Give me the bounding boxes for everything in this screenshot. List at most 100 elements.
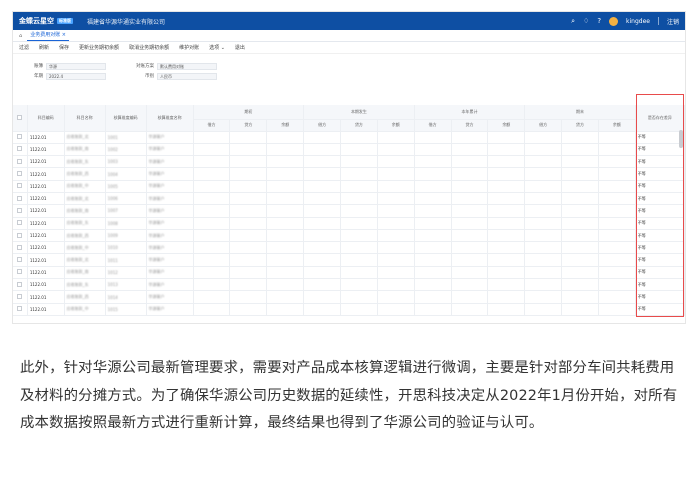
- col-closing-balance[interactable]: 余额: [598, 119, 636, 132]
- col-opening-balance[interactable]: 余额: [266, 119, 305, 132]
- avatar[interactable]: [609, 16, 619, 26]
- table-row[interactable]: 1122.01 应收账款_西 1014 华源客户 不等: [13, 290, 685, 304]
- cell-amount: [561, 131, 599, 144]
- row-checkbox[interactable]: [13, 303, 28, 316]
- table-row[interactable]: 1122.01 应收账款_北 1006 华源客户 不等: [13, 192, 685, 206]
- type-field[interactable]: 默认费用对账: [157, 62, 217, 70]
- cell-amount: [229, 303, 268, 316]
- divider: [657, 17, 659, 25]
- type-label: 对账方案: [136, 64, 154, 69]
- col-ytd-debit[interactable]: 借方: [414, 119, 452, 132]
- cell-amount: [524, 303, 563, 316]
- table-row[interactable]: 1122.01 应收账款_南 1012 华源客户 不等: [13, 266, 685, 280]
- cell-amount: [598, 266, 636, 280]
- table-row[interactable]: 1122.01 应收账款_北 1001 华源客户 不等: [13, 131, 685, 144]
- cell-amount: [487, 217, 526, 230]
- vertical-scrollbar[interactable]: [679, 130, 683, 148]
- filter-button[interactable]: 过滤: [19, 44, 29, 51]
- table-row[interactable]: 1122.01 应收账款_北 1011 华源客户 不等: [13, 253, 685, 267]
- row-checkbox[interactable]: [13, 143, 28, 157]
- update-opening-balance-button[interactable]: 更新业务期初余额: [79, 44, 119, 51]
- table-row[interactable]: 1122.01 应收账款_南 1002 华源客户 不等: [13, 143, 685, 157]
- options-button[interactable]: 选项 ⌄: [209, 44, 225, 51]
- help-icon[interactable]: ?: [597, 17, 601, 25]
- cell-amount: [487, 167, 526, 181]
- cell-amount: [451, 167, 489, 181]
- cell-amount: [340, 192, 378, 206]
- col-closing-debit[interactable]: 借方: [524, 119, 563, 132]
- cell-amount: [414, 290, 452, 304]
- table-row[interactable]: 1122.01 应收账款_西 1004 华源客户 不等: [13, 167, 685, 181]
- table-row[interactable]: 1122.01 应收账款_中 1010 华源客户 不等: [13, 241, 685, 255]
- row-checkbox[interactable]: [13, 266, 28, 280]
- col-account-code[interactable]: 科目编码: [27, 105, 65, 132]
- cell-amount: [598, 290, 636, 304]
- cell-amount: [193, 192, 231, 206]
- exit-button[interactable]: 退出: [235, 44, 245, 51]
- cancel-opening-balance-button[interactable]: 取消业务期初余额: [129, 44, 169, 51]
- col-ytd-credit[interactable]: 贷方: [451, 119, 489, 132]
- refresh-button[interactable]: 刷新: [39, 44, 49, 51]
- cell-amount: [340, 131, 378, 144]
- table-row[interactable]: 1122.01 应收账款_东 1003 华源客户 不等: [13, 155, 685, 169]
- org-field[interactable]: 华源: [46, 62, 106, 70]
- col-opening-debit[interactable]: 借方: [193, 119, 231, 132]
- cell-amount: [193, 180, 231, 193]
- cell-amount: [561, 278, 599, 292]
- brand-badge: 标准版: [57, 18, 73, 24]
- row-checkbox[interactable]: [13, 241, 28, 255]
- row-checkbox[interactable]: [13, 278, 28, 292]
- col-dim-code[interactable]: 核算维度编码: [105, 105, 147, 132]
- user-name[interactable]: kingdee: [626, 18, 650, 25]
- row-checkbox[interactable]: [13, 204, 28, 218]
- table-row[interactable]: 1122.01 应收账款_西 1009 华源客户 不等: [13, 229, 685, 243]
- cell-amount: [193, 167, 231, 181]
- col-period-debit[interactable]: 借方: [303, 119, 342, 132]
- table-row[interactable]: 1122.01 应收账款_南 1007 华源客户 不等: [13, 204, 685, 218]
- cell-amount: [266, 253, 305, 267]
- col-dim-name[interactable]: 核算维度名称: [146, 105, 194, 132]
- col-ytd-balance[interactable]: 余额: [487, 119, 526, 132]
- cell-amount: [487, 241, 526, 255]
- row-checkbox[interactable]: [13, 290, 28, 304]
- col-account-name[interactable]: 科目名称: [64, 105, 106, 132]
- cell-amount: [303, 290, 342, 304]
- table-row[interactable]: 1122.01 应收账款_东 1013 华源客户 不等: [13, 278, 685, 292]
- col-opening-credit[interactable]: 贷方: [229, 119, 268, 132]
- row-checkbox[interactable]: [13, 192, 28, 206]
- cell-account-code: 1122.01: [27, 143, 65, 157]
- row-checkbox[interactable]: [13, 229, 28, 243]
- bell-icon[interactable]: ♢: [583, 17, 589, 25]
- row-checkbox[interactable]: [13, 131, 28, 144]
- year-field[interactable]: 2022.4: [46, 72, 106, 80]
- col-closing-credit[interactable]: 贷方: [561, 119, 599, 132]
- cell-amount: [414, 266, 452, 280]
- search-icon[interactable]: ⌕: [571, 17, 575, 26]
- cell-amount: [340, 217, 378, 230]
- cell-amount: [561, 253, 599, 267]
- table-row[interactable]: 1122.01 应收账款_中 1005 华源客户 不等: [13, 180, 685, 193]
- col-period-balance[interactable]: 余额: [377, 119, 415, 132]
- cell-amount: [229, 241, 268, 255]
- row-checkbox[interactable]: [13, 180, 28, 193]
- row-checkbox[interactable]: [13, 155, 28, 169]
- currency-field[interactable]: 人民币: [157, 72, 217, 80]
- maintain-reconciliation-button[interactable]: 维护对账: [179, 44, 199, 51]
- table-row[interactable]: 1122.01 应收账款_中 1015 华源客户 不等: [13, 303, 685, 316]
- save-button[interactable]: 保存: [59, 44, 69, 51]
- cell-account-name: 应收账款_东: [64, 278, 106, 292]
- brand-name: 金蝶云星空: [19, 17, 54, 25]
- col-group-ytd: 本年累计: [414, 105, 526, 120]
- organization-name[interactable]: 福建省华源华通实业有限公司: [87, 17, 165, 26]
- row-checkbox[interactable]: [13, 167, 28, 181]
- org-label: 账簿: [34, 64, 43, 69]
- home-icon[interactable]: ⌂: [19, 33, 22, 39]
- table-row[interactable]: 1122.01 应收账款_东 1008 华源客户 不等: [13, 217, 685, 230]
- row-checkbox[interactable]: [13, 253, 28, 267]
- select-all-checkbox[interactable]: [13, 105, 28, 132]
- row-checkbox[interactable]: [13, 217, 28, 230]
- col-period-credit[interactable]: 贷方: [340, 119, 378, 132]
- logout-link[interactable]: 注销: [667, 17, 679, 26]
- tab-active[interactable]: 业务费用对账 ×: [27, 30, 69, 41]
- cell-amount: [598, 229, 636, 243]
